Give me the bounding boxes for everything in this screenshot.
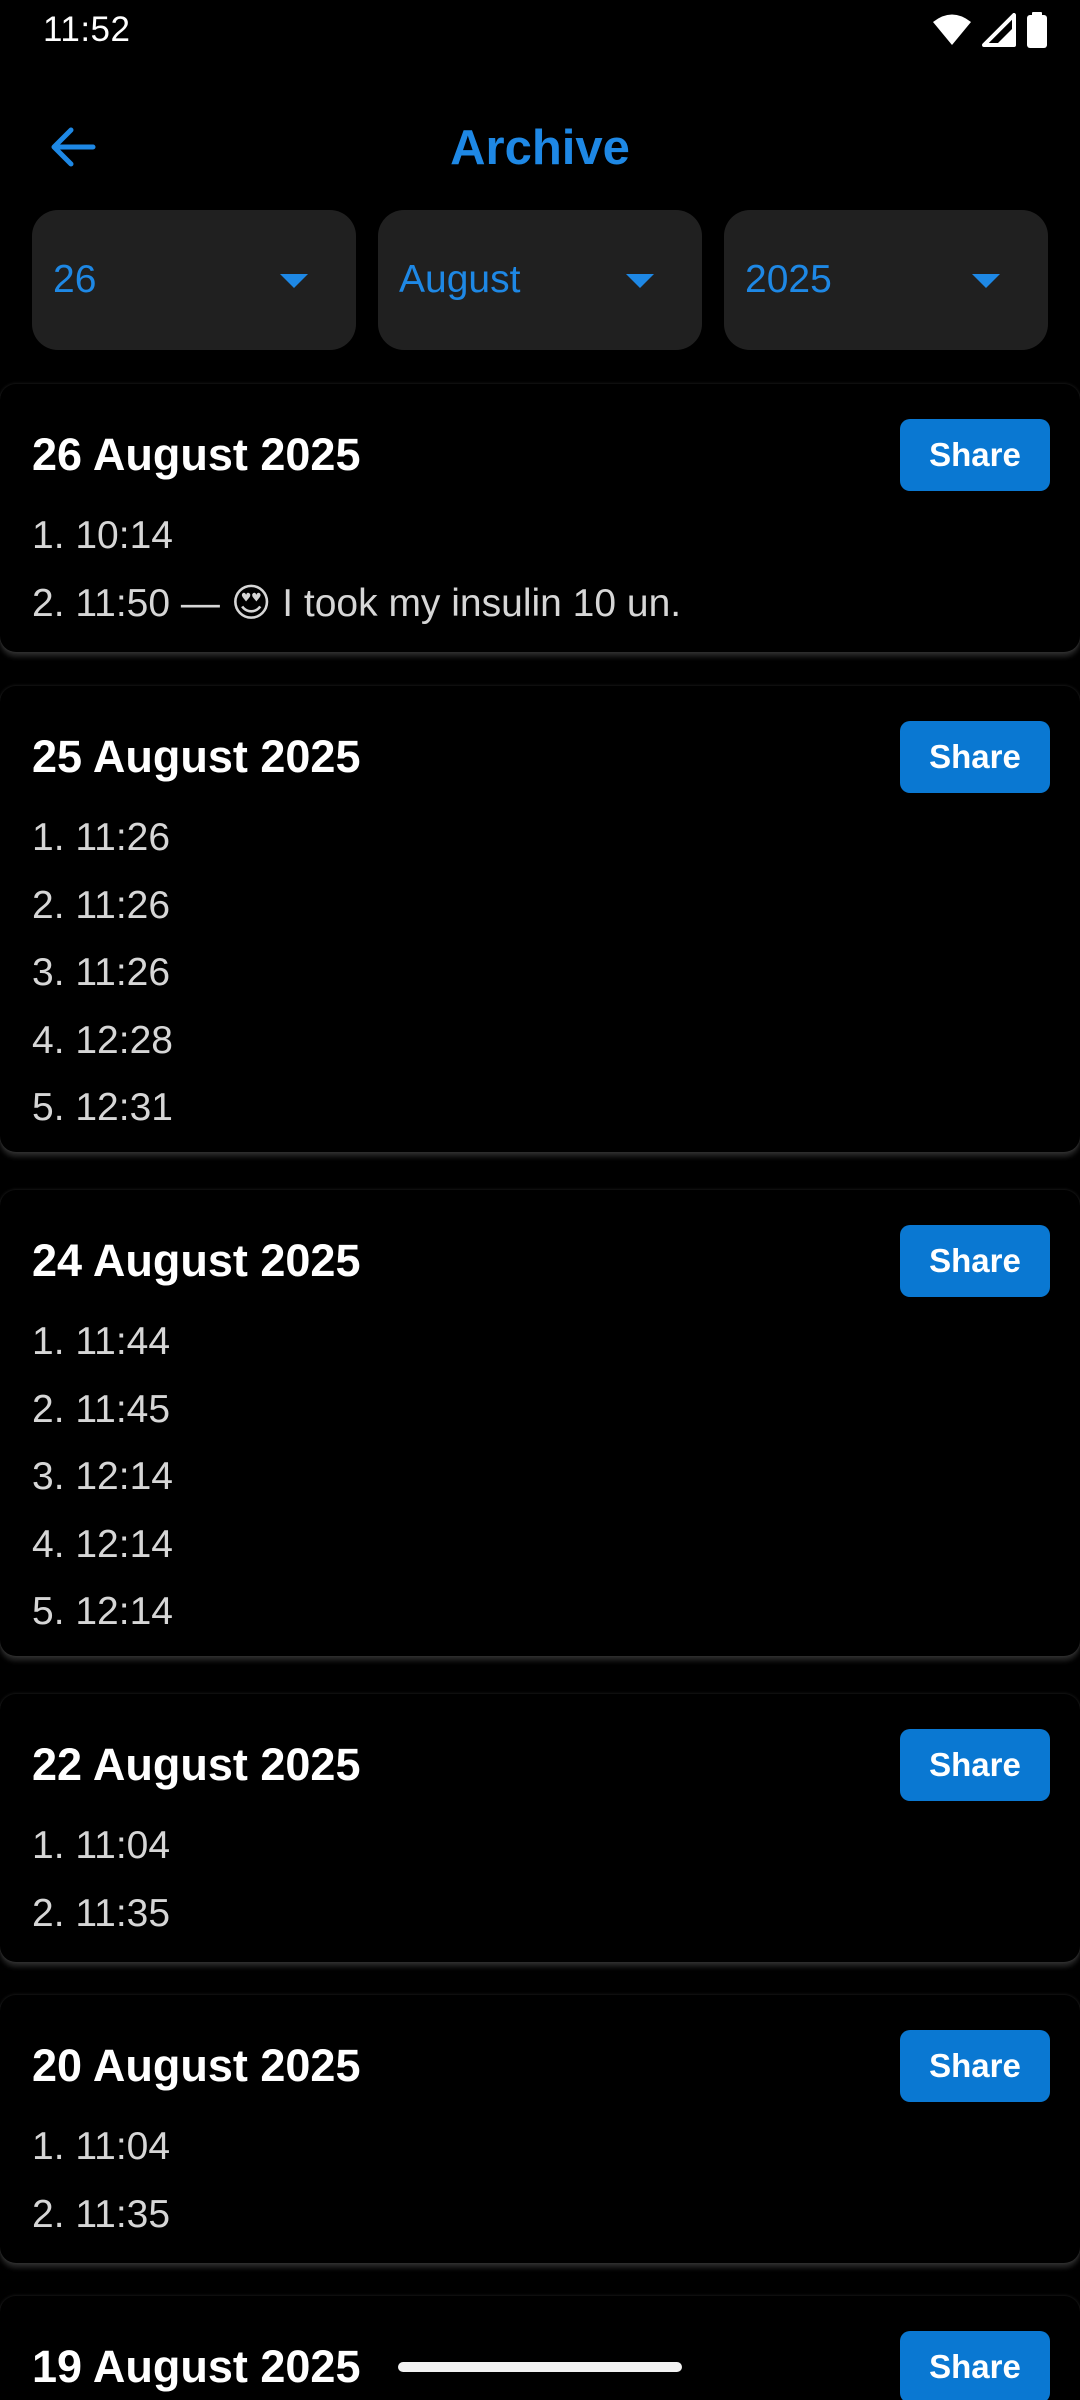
day-title: 26 August 2025 <box>32 429 361 480</box>
entry-list: 1. 11:04 2. 11:35 <box>32 2113 170 2248</box>
day-title: 25 August 2025 <box>32 731 361 782</box>
year-dropdown-value: 2025 <box>745 258 832 301</box>
day-title: 19 August 2025 <box>32 2341 361 2392</box>
entry-item: 5. 12:31 <box>32 1086 173 1129</box>
status-time: 11:52 <box>43 10 131 49</box>
wifi-icon <box>932 13 972 47</box>
entry-list: 1. 10:14 2. 11:50 — 😍 I took my insulin … <box>32 502 681 637</box>
day-dropdown-value: 26 <box>53 258 97 301</box>
day-card: 19 August 2025 Share <box>0 2296 1080 2400</box>
status-icons <box>932 12 1048 48</box>
date-filters: 26 August 2025 <box>32 210 1048 350</box>
app-bar: Archive <box>0 80 1080 196</box>
dropdown-arrow-icon <box>280 274 308 288</box>
entry-item: 2. 11:35 <box>32 2192 171 2236</box>
day-card: 26 August 2025 Share 1. 10:14 2. 11:50 —… <box>0 384 1080 652</box>
year-dropdown[interactable]: 2025 <box>724 210 1048 350</box>
entry-item: 3. 11:26 <box>32 951 171 994</box>
page-title: Archive <box>450 121 630 175</box>
day-card: 24 August 2025 Share 1. 11:44 2. 11:45 3… <box>0 1190 1080 1656</box>
entry-item: 4. 12:28 <box>32 1018 173 1062</box>
day-card: 25 August 2025 Share 1. 11:26 2. 11:26 3… <box>0 686 1080 1152</box>
dropdown-arrow-icon <box>626 274 654 288</box>
day-card: 20 August 2025 Share 1. 11:04 2. 11:35 <box>0 1995 1080 2263</box>
entry-item: 3. 12:14 <box>32 1455 173 1498</box>
month-dropdown[interactable]: August <box>378 210 702 350</box>
share-button[interactable]: Share <box>900 721 1050 793</box>
share-button[interactable]: Share <box>900 1729 1050 1801</box>
day-title: 20 August 2025 <box>32 2040 361 2091</box>
entry-item: 1. 10:14 <box>32 514 173 557</box>
day-card: 22 August 2025 Share 1. 11:04 2. 11:35 <box>0 1694 1080 1962</box>
share-button[interactable]: Share <box>900 1225 1050 1297</box>
share-button[interactable]: Share <box>900 2331 1050 2400</box>
share-button[interactable]: Share <box>900 2030 1050 2102</box>
cell-signal-icon <box>982 13 1016 47</box>
entry-item: 5. 12:14 <box>32 1590 173 1633</box>
share-button[interactable]: Share <box>900 419 1050 491</box>
entry-item: 1. 11:04 <box>32 2125 171 2168</box>
entry-item: 1. 11:44 <box>32 1320 171 1363</box>
gesture-nav-bar[interactable] <box>398 2362 682 2372</box>
month-dropdown-value: August <box>399 258 521 301</box>
day-dropdown[interactable]: 26 <box>32 210 356 350</box>
entry-list: 1. 11:04 2. 11:35 <box>32 1812 170 1947</box>
entry-item: 2. 11:26 <box>32 883 171 927</box>
entry-list: 1. 11:26 2. 11:26 3. 11:26 4. 12:28 5. 1… <box>32 804 173 1142</box>
entry-item: 1. 11:26 <box>32 816 171 859</box>
day-title: 22 August 2025 <box>32 1739 361 1790</box>
entry-item: 4. 12:14 <box>32 1522 173 1566</box>
entry-item: 1. 11:04 <box>32 1824 171 1867</box>
entry-item: 2. 11:50 — 😍 I took my insulin 10 un. <box>32 581 682 625</box>
battery-icon <box>1026 12 1048 48</box>
entry-item: 2. 11:35 <box>32 1891 171 1935</box>
entry-item: 2. 11:45 <box>32 1387 171 1431</box>
entry-list: 1. 11:44 2. 11:45 3. 12:14 4. 12:14 5. 1… <box>32 1308 173 1646</box>
day-title: 24 August 2025 <box>32 1235 361 1286</box>
dropdown-arrow-icon <box>972 274 1000 288</box>
status-bar: 11:52 <box>0 0 1080 62</box>
